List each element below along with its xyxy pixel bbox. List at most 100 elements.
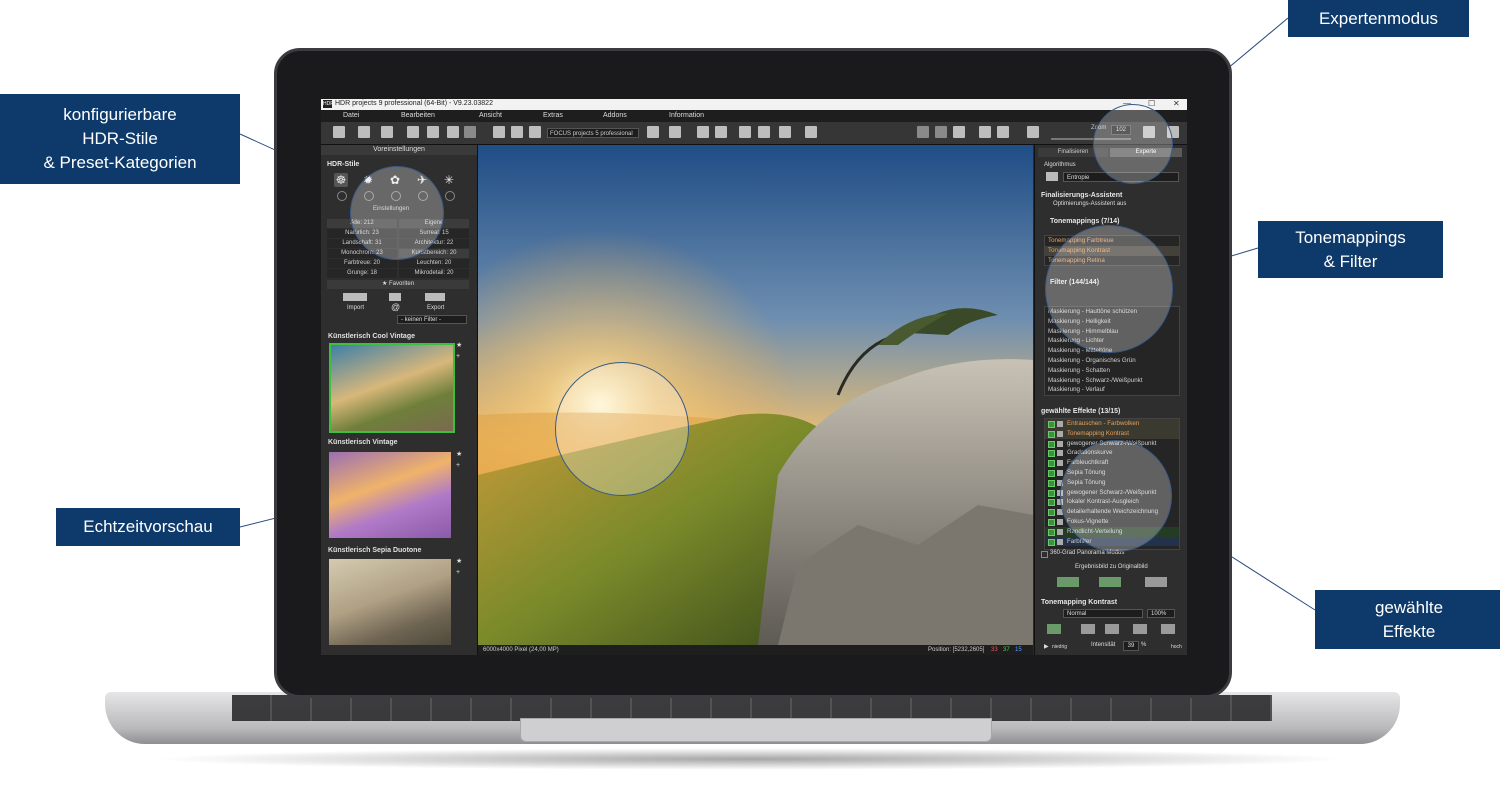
- checkbox[interactable]: [1048, 499, 1055, 507]
- checkbox[interactable]: [1048, 421, 1055, 428]
- favorite-star-icon[interactable]: ★: [456, 341, 462, 349]
- menu-information[interactable]: Information: [669, 112, 704, 119]
- open-icon[interactable]: [358, 126, 370, 138]
- bw-icon[interactable]: [1133, 624, 1147, 634]
- list-item[interactable]: Maskierung - Organisches Grün: [1045, 356, 1179, 366]
- slideshow-icon[interactable]: [739, 126, 751, 138]
- list-item[interactable]: Maskierung - Schatten: [1045, 366, 1179, 376]
- delete-icon[interactable]: [1161, 624, 1175, 634]
- original-compare-link[interactable]: Ergebnisbild zu Originalbild: [1075, 564, 1148, 570]
- move-up-icon[interactable]: [1057, 577, 1079, 587]
- preset-thumbnail[interactable]: [329, 452, 451, 538]
- preset-thumbnail[interactable]: [329, 559, 451, 645]
- crop-icon[interactable]: [1027, 126, 1039, 138]
- filter-select[interactable]: - keinen Filter -: [397, 315, 467, 324]
- user-icon[interactable]: [445, 191, 455, 201]
- mirror-icon[interactable]: [979, 126, 991, 138]
- save-icon[interactable]: [493, 126, 505, 138]
- menu-extras[interactable]: Extras: [543, 112, 563, 119]
- plugin-icon[interactable]: [647, 126, 659, 138]
- effect-icon: [1057, 528, 1063, 535]
- add-icon[interactable]: +: [456, 462, 460, 469]
- category-color-fidelity[interactable]: Farbtreue: 20: [327, 259, 397, 268]
- at-icon[interactable]: @: [391, 302, 400, 312]
- list-item[interactable]: Maskierung - Schwarz-/Weißpunkt: [1045, 376, 1179, 386]
- rotate-icon[interactable]: [953, 126, 965, 138]
- close-button[interactable]: ✕: [1173, 99, 1180, 108]
- share-icon[interactable]: [529, 126, 541, 138]
- style-icon-5[interactable]: ✳: [442, 173, 456, 187]
- histogram-icon[interactable]: [805, 126, 817, 138]
- list-item[interactable]: Maskierung - Verlauf: [1045, 385, 1179, 395]
- add-icon[interactable]: +: [456, 569, 460, 576]
- export-label[interactable]: Export: [427, 305, 444, 311]
- adjust-icon[interactable]: [447, 126, 459, 138]
- styles-icon[interactable]: [464, 126, 476, 138]
- effect-item[interactable]: Tonemapping Kontrast: [1045, 428, 1179, 439]
- checkbox[interactable]: [1048, 440, 1055, 448]
- style-icon-1[interactable]: ☸: [334, 173, 348, 187]
- raw-icon[interactable]: [407, 126, 419, 138]
- film-icon[interactable]: [779, 126, 791, 138]
- menu-bearbeiten[interactable]: Bearbeiten: [401, 112, 435, 119]
- batch-icon[interactable]: [427, 126, 439, 138]
- new-icon[interactable]: [333, 126, 345, 138]
- favorite-star-icon[interactable]: ★: [456, 450, 462, 458]
- magnifier-effects: [1060, 440, 1172, 552]
- checkbox[interactable]: [1048, 430, 1055, 438]
- preset-thumbnail-selected[interactable]: [329, 343, 455, 433]
- category-microdetail[interactable]: Mikrodetail: 20: [399, 269, 469, 278]
- effect-icon: [1057, 538, 1063, 545]
- add-icon[interactable]: +: [456, 353, 460, 360]
- intensity-field[interactable]: 39: [1123, 641, 1139, 651]
- callout-line: konfigurierbare: [63, 105, 177, 124]
- tonemapping-header[interactable]: Tonemappings (7/14): [1050, 218, 1120, 225]
- grid-icon[interactable]: [389, 293, 401, 301]
- checkbox[interactable]: [1048, 509, 1055, 517]
- checkbox[interactable]: [1048, 479, 1055, 487]
- favorites-bar[interactable]: ★ Favoriten: [327, 280, 469, 289]
- compare-view-icon[interactable]: [935, 126, 947, 138]
- menu-datei[interactable]: Datei: [343, 112, 359, 119]
- export-icon[interactable]: [697, 126, 709, 138]
- duplicate-icon[interactable]: [1099, 577, 1121, 587]
- favorite-star-icon[interactable]: ★: [456, 557, 462, 565]
- preview-image[interactable]: [478, 145, 1033, 645]
- opacity-field[interactable]: 100%: [1147, 609, 1175, 618]
- effect-icon: [1057, 450, 1063, 457]
- copy-icon[interactable]: [1081, 624, 1095, 634]
- user-icon[interactable]: [337, 191, 347, 201]
- assistant-option[interactable]: Optimierungs-Assistent aus: [1053, 201, 1126, 207]
- menu-addons[interactable]: Addons: [603, 112, 627, 119]
- panorama-checkbox[interactable]: [1041, 551, 1048, 558]
- effect-item[interactable]: Entrauschen - Farbwolken: [1045, 419, 1179, 429]
- checkbox[interactable]: [1048, 450, 1055, 458]
- play-icon[interactable]: ▶: [1044, 643, 1049, 650]
- favorites-label: Favoriten: [389, 281, 415, 287]
- category-grunge[interactable]: Grunge: 18: [327, 269, 397, 278]
- open-series-icon[interactable]: [381, 126, 393, 138]
- reset-icon[interactable]: [1145, 577, 1167, 587]
- focus-projects-select[interactable]: FOCUS projects 5 professional: [547, 128, 639, 138]
- checkbox[interactable]: [1048, 469, 1055, 477]
- menu-ansicht[interactable]: Ansicht: [479, 112, 502, 119]
- blend-mode-select[interactable]: Normal: [1063, 609, 1143, 618]
- checkbox[interactable]: [1048, 528, 1055, 536]
- category-glow[interactable]: Leuchten: 20: [399, 259, 469, 268]
- checkbox[interactable]: [1048, 518, 1055, 526]
- info-icon[interactable]: [669, 126, 681, 138]
- import-label[interactable]: Import: [347, 305, 364, 311]
- checkbox[interactable]: [1048, 538, 1055, 546]
- flag-icon[interactable]: [758, 126, 770, 138]
- more-icon[interactable]: [997, 126, 1009, 138]
- checkbox[interactable]: [1048, 489, 1055, 497]
- checkbox[interactable]: [1048, 460, 1055, 468]
- mask-icon[interactable]: [1047, 624, 1061, 634]
- preview-eye-icon[interactable]: [917, 126, 929, 138]
- paste-icon[interactable]: [1105, 624, 1119, 634]
- export-preset-icon[interactable]: [425, 293, 445, 301]
- callout-line: Effekte: [1382, 622, 1436, 641]
- compare-icon[interactable]: [715, 126, 727, 138]
- import-icon[interactable]: [343, 293, 367, 301]
- print-icon[interactable]: [511, 126, 523, 138]
